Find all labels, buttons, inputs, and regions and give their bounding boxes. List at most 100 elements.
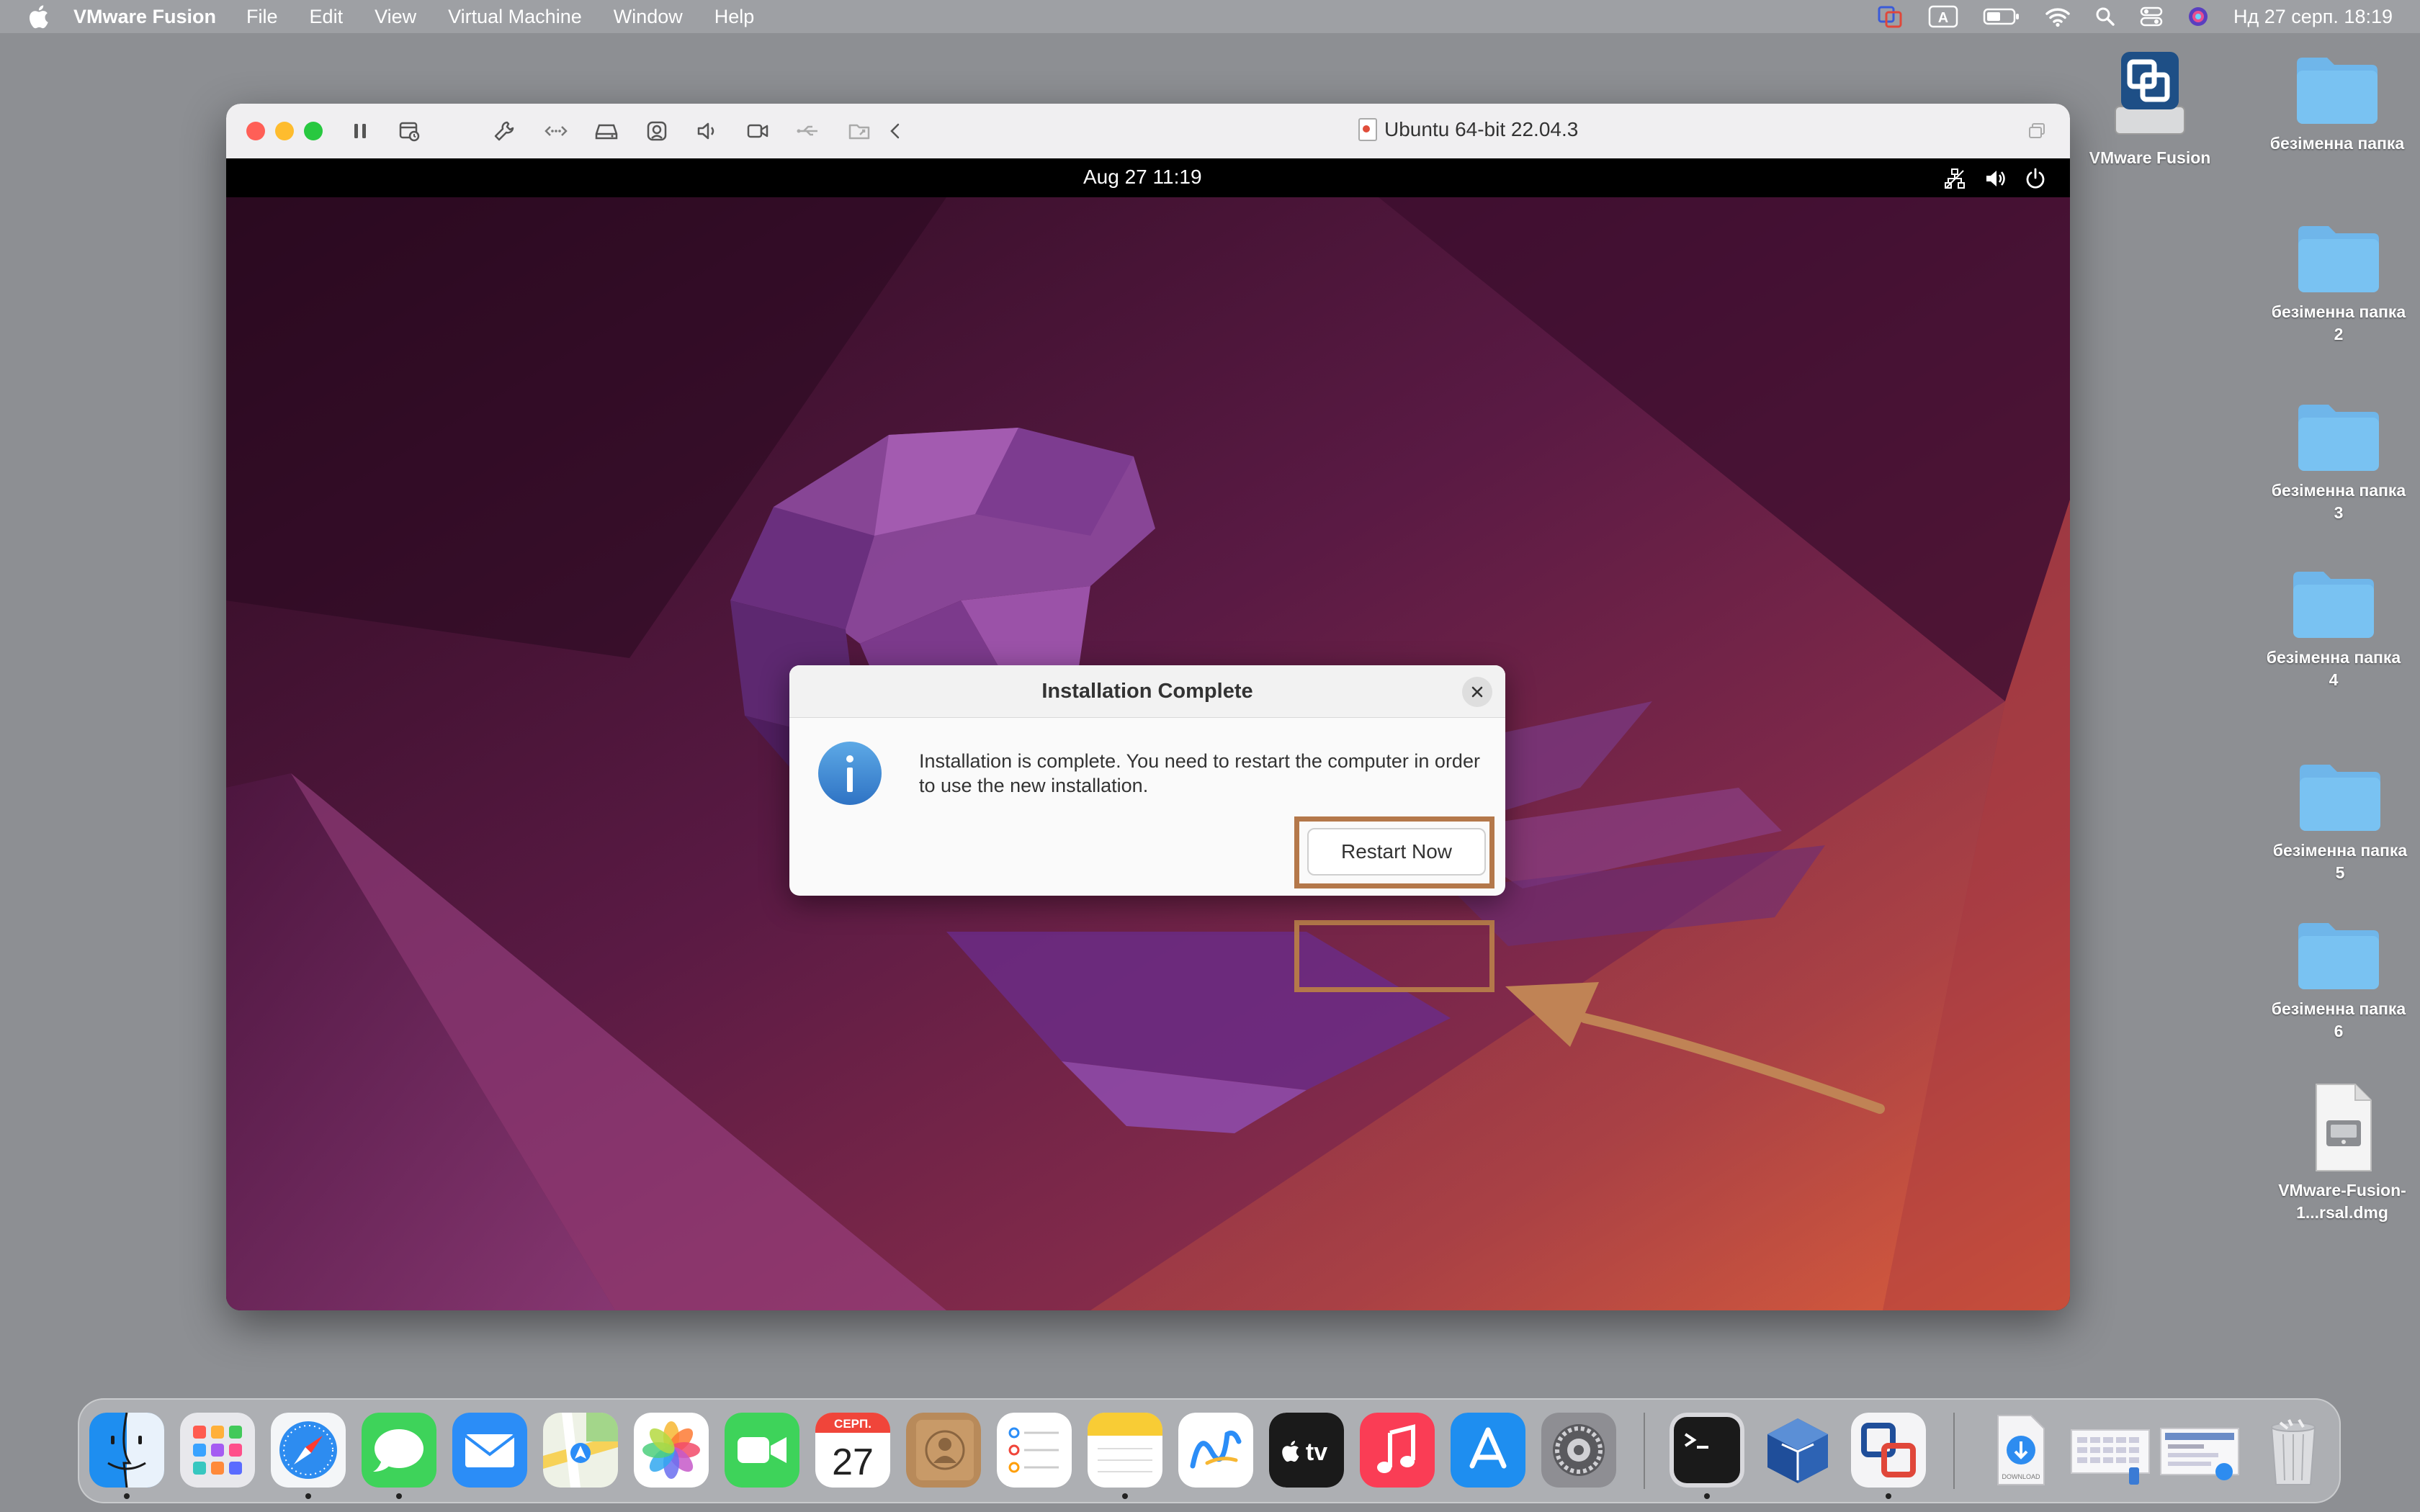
- dock-safari[interactable]: [271, 1413, 346, 1488]
- dock-maps[interactable]: [543, 1413, 618, 1488]
- menu-virtual-machine[interactable]: Virtual Machine: [448, 6, 582, 28]
- desktop-icon-dmg[interactable]: VMware-Fusion-1...rsal.dmg: [2270, 1081, 2414, 1224]
- facetime-icon: [725, 1413, 799, 1488]
- network-wired-icon[interactable]: [1943, 167, 1966, 190]
- desktop-icon-folder[interactable]: безіменна папка: [2269, 52, 2406, 155]
- video-camera-icon[interactable]: [745, 118, 771, 144]
- dock-contacts[interactable]: [906, 1413, 981, 1488]
- minimize-window-button[interactable]: [275, 122, 294, 140]
- usb-icon[interactable]: [795, 118, 821, 144]
- guest-system-tray[interactable]: [1943, 167, 2047, 190]
- settings-wrench-icon[interactable]: [491, 118, 517, 144]
- dock-screenshot-1[interactable]: [2069, 1413, 2152, 1488]
- power-icon[interactable]: [2024, 167, 2047, 190]
- music-icon: [1360, 1413, 1435, 1488]
- restart-now-button[interactable]: Restart Now: [1307, 828, 1486, 876]
- dock-trash[interactable]: [2256, 1413, 2331, 1488]
- desktop-icon-label: VMware-Fusion-1...rsal.dmg: [2278, 1181, 2406, 1222]
- dock-facetime[interactable]: [725, 1413, 799, 1488]
- menu-help[interactable]: Help: [714, 6, 755, 28]
- guest-clock[interactable]: Aug 27 11:19: [1083, 166, 1202, 189]
- vmware-status-icon[interactable]: [1878, 5, 1904, 28]
- zoom-window-button[interactable]: [304, 122, 323, 140]
- desktop-icon-label: безіменна папка 4: [2266, 648, 2401, 689]
- desktop-icon-folder[interactable]: безіменна папка 2: [2270, 220, 2407, 346]
- back-chevron-icon[interactable]: [883, 118, 909, 144]
- dock-downloads[interactable]: DOWNLOAD: [1982, 1413, 2057, 1488]
- desktop-icon-label: безіменна папка 6: [2271, 999, 2406, 1040]
- mail-icon: [452, 1413, 527, 1488]
- dialog-close-button[interactable]: [1462, 677, 1492, 707]
- control-center-icon[interactable]: [2140, 6, 2163, 27]
- dock-vmware-fusion[interactable]: [1851, 1413, 1926, 1488]
- dock-finder[interactable]: [89, 1413, 164, 1488]
- menubar-clock[interactable]: Нд 27 серп. 18:19: [2233, 6, 2393, 28]
- snapshot-icon[interactable]: [396, 118, 422, 144]
- battery-icon[interactable]: [1983, 7, 2020, 26]
- dock-screenshot-2[interactable]: [2158, 1413, 2241, 1488]
- screenshot-thumbnail-icon: [2071, 1429, 2150, 1485]
- menu-window[interactable]: Window: [614, 6, 683, 28]
- calendar-icon: СЕРП. 27: [815, 1413, 890, 1488]
- menu-edit[interactable]: Edit: [310, 6, 344, 28]
- highlight-annotation: [1294, 920, 1494, 992]
- running-indicator: [124, 1493, 130, 1499]
- desktop-icon-vmware-volume[interactable]: VMware Fusion: [2081, 49, 2218, 169]
- dock-reminders[interactable]: [997, 1413, 1072, 1488]
- menu-app-name[interactable]: VMware Fusion: [73, 6, 216, 28]
- dock-photos[interactable]: [634, 1413, 709, 1488]
- svg-text:A: A: [1938, 10, 1948, 26]
- volume-icon[interactable]: [1984, 167, 2007, 190]
- dock-launchpad[interactable]: [180, 1413, 255, 1488]
- dock-calendar[interactable]: СЕРП. 27: [815, 1413, 890, 1488]
- messages-icon: [362, 1413, 436, 1488]
- dock-freeform[interactable]: [1178, 1413, 1253, 1488]
- network-icon[interactable]: [543, 118, 569, 144]
- close-window-button[interactable]: [246, 122, 265, 140]
- sound-icon[interactable]: [694, 118, 720, 144]
- siri-icon[interactable]: [2187, 6, 2209, 27]
- menu-file[interactable]: File: [246, 6, 278, 28]
- dock-mail[interactable]: [452, 1413, 527, 1488]
- spotlight-search-icon[interactable]: [2095, 6, 2115, 27]
- pause-icon[interactable]: [347, 118, 373, 144]
- dock-app-store[interactable]: [1451, 1413, 1525, 1488]
- desktop-icon-folder[interactable]: безіменна папка 3: [2270, 399, 2407, 524]
- desktop-icon-folder[interactable]: безіменна папка 4: [2265, 566, 2402, 691]
- dock-system-settings[interactable]: [1541, 1413, 1616, 1488]
- apple-icon[interactable]: [27, 4, 49, 29]
- folder-icon: [2293, 572, 2374, 638]
- camera-device-icon[interactable]: [644, 118, 670, 144]
- launchpad-icon: [180, 1413, 255, 1488]
- shared-folder-icon[interactable]: [847, 118, 873, 144]
- keyboard-layout-icon[interactable]: A: [1928, 5, 1958, 28]
- dock-terminal[interactable]: [1670, 1413, 1744, 1488]
- wifi-icon[interactable]: [2045, 6, 2071, 27]
- svg-text:DOWNLOAD: DOWNLOAD: [2002, 1473, 2040, 1480]
- desktop-icon-folder[interactable]: безіменна папка 6: [2270, 917, 2407, 1043]
- dock-virtualbox[interactable]: [1760, 1413, 1835, 1488]
- desktop-icon-folder[interactable]: безіменна папка 5: [2272, 759, 2408, 884]
- menu-view[interactable]: View: [375, 6, 416, 28]
- dock-messages[interactable]: [362, 1413, 436, 1488]
- dock-separator: [1953, 1413, 1955, 1489]
- desktop-icon-label: безіменна папка: [2269, 134, 2405, 153]
- dialog-message: Installation is complete. You need to re…: [919, 750, 1480, 796]
- dock-notes[interactable]: [1088, 1413, 1162, 1488]
- dock-tv[interactable]: tv: [1269, 1413, 1344, 1488]
- desktop-icon-label: безіменна папка 3: [2271, 481, 2406, 522]
- folder-icon: [2297, 58, 2378, 124]
- fullscreen-icon[interactable]: [2025, 118, 2051, 144]
- vmware-fusion-icon: [1851, 1413, 1926, 1488]
- annotation-arrow-icon: [1505, 982, 1885, 1114]
- dock-music[interactable]: [1360, 1413, 1435, 1488]
- freeform-icon: [1178, 1413, 1253, 1488]
- folder-icon: [2298, 405, 2379, 471]
- window-title: Ubuntu 64-bit 22.04.3: [1358, 118, 1578, 141]
- window-title-text: Ubuntu 64-bit 22.04.3: [1384, 118, 1579, 140]
- menu-bar: VMware Fusion File Edit View Virtual Mac…: [0, 0, 2420, 33]
- dialog-title: Installation Complete: [1041, 680, 1253, 703]
- running-indicator: [305, 1493, 311, 1499]
- svg-text:27: 27: [832, 1441, 874, 1483]
- hard-disk-icon[interactable]: [593, 118, 619, 144]
